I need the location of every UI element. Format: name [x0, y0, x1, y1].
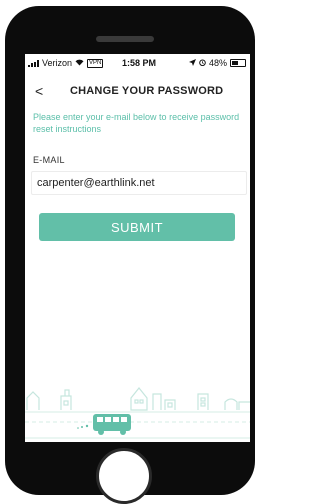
back-icon[interactable]: < — [35, 83, 51, 101]
bus-icon — [77, 414, 131, 435]
status-left: Verizon VPN — [28, 58, 104, 68]
home-button[interactable] — [96, 448, 152, 504]
battery-percent: 48% — [208, 58, 227, 68]
email-field[interactable] — [31, 171, 247, 195]
signal-icon — [28, 59, 39, 67]
alarm-icon — [199, 58, 206, 68]
location-icon — [188, 58, 196, 68]
carrier-name: Verizon — [42, 58, 73, 68]
email-label: E-MAIL — [33, 155, 65, 165]
status-right: 48% — [188, 58, 246, 68]
battery-icon — [230, 59, 246, 67]
submit-button[interactable]: SUBMIT — [39, 213, 235, 241]
app-screen: Verizon VPN 1:58 PM 48% < CHANGE YOUR PA… — [25, 54, 250, 442]
town-illustration — [25, 387, 250, 439]
status-time: 1:58 PM — [122, 58, 157, 68]
vpn-badge: VPN — [87, 58, 104, 68]
page-title: CHANGE YOUR PASSWORD — [70, 85, 224, 97]
wifi-icon — [75, 58, 84, 68]
status-bar: Verizon VPN 1:58 PM 48% — [25, 54, 250, 74]
phone-frame: Verizon VPN 1:58 PM 48% < CHANGE YOUR PA… — [5, 6, 255, 504]
header: < CHANGE YOUR PASSWORD — [25, 82, 250, 102]
speaker-grille — [96, 36, 154, 42]
instructions-text: Please enter your e-mail below to receiv… — [33, 112, 240, 134]
